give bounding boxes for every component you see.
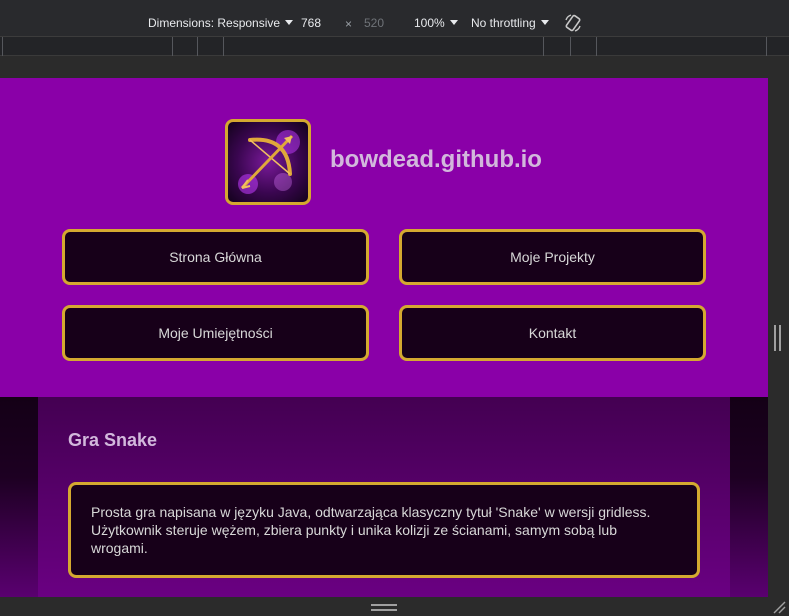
bow-and-arrow-icon — [238, 130, 300, 194]
project-description: Prosta gra napisana w języku Java, odtwa… — [68, 482, 700, 578]
width-input[interactable]: 768 — [301, 16, 337, 30]
chevron-down-icon — [285, 20, 294, 25]
dimensions-label: Dimensions: Responsive — [148, 16, 281, 30]
dimensions-dropdown[interactable]: Dimensions: Responsive — [148, 16, 294, 30]
nav-button-skills[interactable]: Moje Umiejętności — [62, 305, 369, 361]
project-section: Gra Snake Prosta gra napisana w języku J… — [38, 397, 730, 597]
nav-button-home[interactable]: Strona Główna — [62, 229, 369, 285]
site-title[interactable]: bowdead.github.io — [330, 146, 542, 174]
bottom-resize-handle[interactable] — [371, 604, 397, 611]
chevron-down-icon — [449, 20, 458, 25]
chevron-down-icon — [540, 20, 549, 25]
right-resize-handle[interactable] — [774, 325, 781, 351]
page-body: Gra Snake Prosta gra napisana w języku J… — [0, 397, 768, 597]
corner-resize-icon[interactable] — [770, 598, 786, 614]
emulated-viewport: bowdead.github.io Strona Główna Moje Pro… — [0, 78, 768, 597]
times-sign: × — [345, 17, 353, 31]
height-input[interactable]: 520 — [364, 16, 384, 30]
project-title: Gra Snake — [68, 430, 158, 450]
nav-button-projects[interactable]: Moje Projekty — [399, 229, 706, 285]
site-header: bowdead.github.io Strona Główna Moje Pro… — [0, 78, 768, 397]
devtools-window: Dimensions: Responsive 768 × 520 100% No… — [0, 0, 789, 616]
throttling-label: No throttling — [471, 16, 536, 30]
device-toolbar: Dimensions: Responsive 768 × 520 100% No… — [0, 0, 789, 37]
site-logo[interactable] — [225, 119, 311, 205]
throttling-dropdown[interactable]: No throttling — [471, 16, 549, 30]
zoom-label: 100% — [414, 16, 445, 30]
media-query-ruler[interactable] — [0, 37, 789, 56]
nav-button-contact[interactable]: Kontakt — [399, 305, 706, 361]
rotate-icon[interactable] — [563, 13, 583, 33]
zoom-dropdown[interactable]: 100% — [414, 16, 458, 30]
